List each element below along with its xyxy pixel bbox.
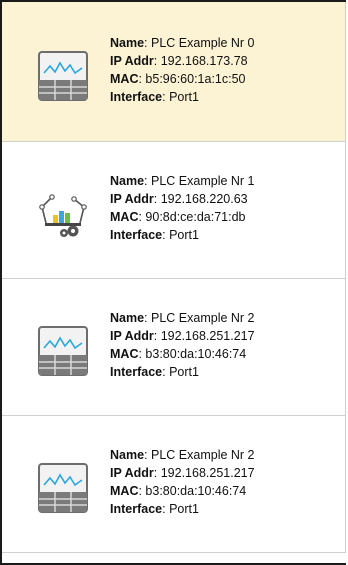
- device-ip: 192.168.251.217: [160, 466, 255, 480]
- device-name-row: Name: PLC Example Nr 2: [110, 448, 255, 462]
- device-mac: 90:8d:ce:da:71:db: [145, 210, 246, 224]
- device-interface-row: Interface: Port1: [110, 502, 199, 516]
- device-name-row: Name: PLC Example Nr 0: [110, 35, 255, 50]
- device-ip-row: IP Addr: 192.168.173.78: [110, 53, 248, 68]
- device-ip-row: IP Addr: 192.168.251.217: [110, 329, 255, 343]
- ip-key: IP Addr: [110, 192, 154, 206]
- device-interface: Port1: [169, 365, 199, 379]
- ip-key: IP Addr: [110, 466, 154, 480]
- device-info: Name: PLC Example Nr 1 IP Addr: 192.168.…: [110, 172, 255, 244]
- interface-key: Interface: [110, 228, 163, 242]
- device-mac-row: MAC: b3:80:da:10:46:74: [110, 484, 247, 498]
- interface-key: Interface: [110, 365, 163, 379]
- device-name: PLC Example Nr 2: [151, 311, 255, 325]
- device-mac: b3:80:da:10:46:74: [145, 484, 247, 498]
- device-info: Name: PLC Example Nr 0 IP Addr: 192.168.…: [110, 34, 255, 106]
- name-key: Name: [110, 174, 145, 188]
- device-ip-row: IP Addr: 192.168.220.63: [110, 192, 248, 206]
- name-key: Name: [110, 448, 145, 462]
- plc-monitor-icon: [38, 463, 88, 513]
- device-mac: b5:96:60:1a:1c:50: [145, 71, 246, 86]
- mac-key: MAC: [110, 484, 139, 498]
- mac-key: MAC: [110, 210, 139, 224]
- interface-key: Interface: [110, 89, 163, 104]
- device-interface: Port1: [169, 89, 199, 104]
- device-info: Name: PLC Example Nr 2 IP Addr: 192.168.…: [110, 446, 255, 518]
- device-name-row: Name: PLC Example Nr 2: [110, 311, 255, 325]
- device-interface-row: Interface: Port1: [110, 89, 199, 104]
- device-ip-row: IP Addr: 192.168.251.217: [110, 466, 255, 480]
- device-ip: 192.168.251.217: [160, 329, 255, 343]
- plc-monitor-icon: [38, 326, 88, 376]
- device-mac-row: MAC: b5:96:60:1a:1c:50: [110, 71, 246, 86]
- device-interface-row: Interface: Port1: [110, 365, 199, 379]
- device-list: Name: PLC Example Nr 0 IP Addr: 192.168.…: [0, 0, 346, 565]
- name-key: Name: [110, 35, 145, 50]
- device-name: PLC Example Nr 2: [151, 448, 255, 462]
- device-name-row: Name: PLC Example Nr 1: [110, 174, 255, 188]
- device-interface: Port1: [169, 502, 199, 516]
- device-mac-row: MAC: b3:80:da:10:46:74: [110, 347, 247, 361]
- interface-key: Interface: [110, 502, 163, 516]
- device-card-1[interactable]: Name: PLC Example Nr 1 IP Addr: 192.168.…: [2, 142, 346, 279]
- device-info: Name: PLC Example Nr 2 IP Addr: 192.168.…: [110, 309, 255, 381]
- device-card-2[interactable]: Name: PLC Example Nr 2 IP Addr: 192.168.…: [2, 279, 346, 416]
- device-ip: 192.168.220.63: [160, 192, 248, 206]
- device-name: PLC Example Nr 1: [151, 174, 255, 188]
- device-mac: b3:80:da:10:46:74: [145, 347, 247, 361]
- device-interface-row: Interface: Port1: [110, 228, 199, 242]
- mac-key: MAC: [110, 71, 139, 86]
- device-ip: 192.168.173.78: [160, 53, 248, 68]
- robot-arm-gears-icon: [38, 189, 88, 239]
- device-mac-row: MAC: 90:8d:ce:da:71:db: [110, 210, 246, 224]
- plc-monitor-icon: [38, 50, 88, 101]
- device-card-3[interactable]: Name: PLC Example Nr 2 IP Addr: 192.168.…: [2, 416, 346, 553]
- ip-key: IP Addr: [110, 53, 154, 68]
- device-name: PLC Example Nr 0: [151, 35, 255, 50]
- ip-key: IP Addr: [110, 329, 154, 343]
- mac-key: MAC: [110, 347, 139, 361]
- device-interface: Port1: [169, 228, 199, 242]
- device-card-0[interactable]: Name: PLC Example Nr 0 IP Addr: 192.168.…: [2, 2, 346, 142]
- name-key: Name: [110, 311, 145, 325]
